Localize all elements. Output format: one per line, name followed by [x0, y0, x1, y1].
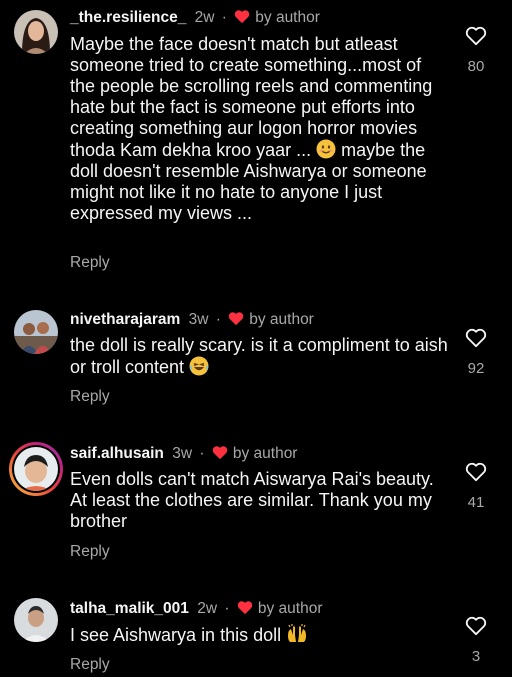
separator-dot: · — [221, 9, 227, 26]
author-heart-icon — [212, 446, 228, 460]
comment-text-part: Even dolls can't match Aiswarya Rai's be… — [70, 469, 434, 531]
avatar[interactable] — [14, 310, 58, 354]
like-count: 80 — [467, 58, 485, 75]
story-ring — [12, 445, 60, 493]
heart-outline-icon[interactable] — [465, 616, 487, 636]
separator-dot: · — [215, 311, 221, 328]
reply-button[interactable]: Reply — [70, 543, 110, 561]
laughing-face-icon — [189, 356, 209, 376]
comment-text: the doll is really scary. is it a compli… — [70, 335, 450, 378]
username[interactable]: _the.resilience_ — [70, 9, 186, 26]
comment-text-part: I see Aishwarya in this doll — [70, 625, 287, 645]
author-heart-icon — [235, 10, 250, 24]
like-control: 92 — [456, 328, 496, 377]
by-author-label: by author — [232, 445, 298, 462]
like-count: 41 — [467, 494, 485, 511]
comment-text: Even dolls can't match Aiswarya Rai's be… — [70, 469, 450, 532]
avatar[interactable] — [9, 442, 63, 496]
comment-meta: nivetharajaram 3w · by author — [70, 310, 314, 330]
comment-text: Maybe the face doesn't match but atleast… — [70, 34, 450, 224]
comment-item: talha_malik_001 2w · by author I see Ais… — [0, 590, 512, 677]
like-control: 41 — [456, 462, 496, 511]
avatar[interactable] — [14, 10, 58, 54]
comment-item: _the.resilience_ 2w · by author Maybe th… — [0, 0, 512, 290]
heart-outline-icon[interactable] — [465, 26, 487, 46]
comment-meta: saif.alhusain 3w · by author — [70, 444, 297, 464]
comment-meta: _the.resilience_ 2w · by author — [70, 8, 320, 28]
separator-dot: · — [199, 445, 205, 462]
reply-button[interactable]: Reply — [70, 388, 110, 406]
reply-button[interactable]: Reply — [70, 254, 110, 272]
by-author-label: by author — [257, 600, 323, 617]
username[interactable]: nivetharajaram — [70, 311, 180, 328]
comment-item: saif.alhusain 3w · by author Even dolls … — [0, 434, 512, 574]
timestamp: 3w — [172, 445, 193, 462]
like-count: 3 — [471, 648, 481, 665]
author-heart-icon — [237, 601, 253, 615]
by-author-label: by author — [249, 311, 314, 328]
username[interactable]: talha_malik_001 — [70, 600, 189, 617]
like-control: 3 — [456, 616, 496, 665]
comment-text: I see Aishwarya in this doll — [70, 624, 450, 646]
timestamp: 3w — [188, 311, 209, 328]
comment-item: nivetharajaram 3w · by author the doll i… — [0, 300, 512, 420]
separator-dot: · — [224, 600, 230, 617]
raising-hands-icon — [286, 624, 307, 644]
timestamp: 2w — [197, 600, 218, 617]
comment-meta: talha_malik_001 2w · by author — [70, 599, 323, 619]
reply-button[interactable]: Reply — [70, 656, 110, 674]
author-heart-icon — [229, 312, 244, 326]
smiling-face-icon — [316, 139, 336, 159]
by-author-label: by author — [255, 9, 320, 26]
like-control: 80 — [456, 26, 496, 75]
comment-text-part: the doll is really scary. is it a compli… — [70, 335, 448, 377]
avatar[interactable] — [14, 598, 58, 642]
heart-outline-icon[interactable] — [465, 328, 487, 348]
heart-outline-icon[interactable] — [465, 462, 487, 482]
timestamp: 2w — [194, 9, 215, 26]
username[interactable]: saif.alhusain — [70, 445, 164, 462]
like-count: 92 — [467, 360, 485, 377]
